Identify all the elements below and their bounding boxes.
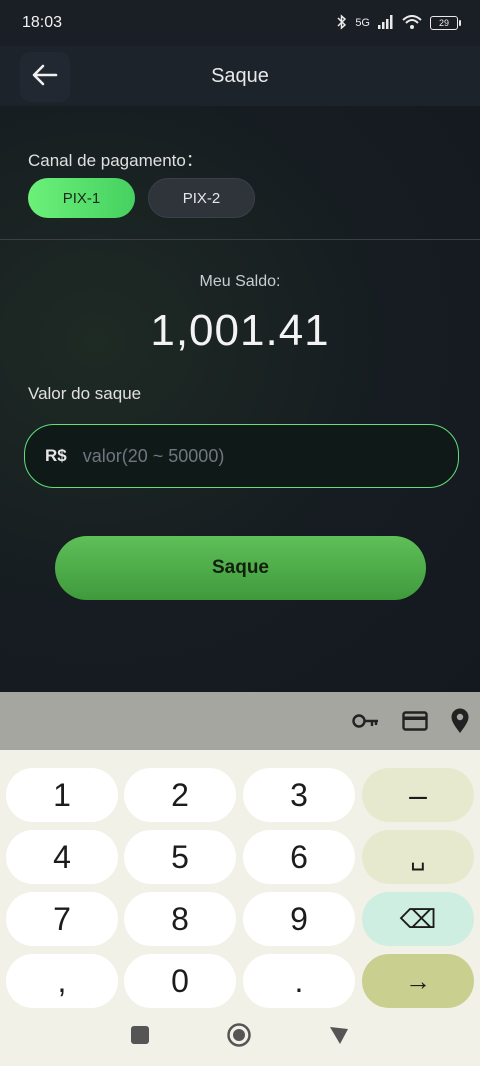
payment-channel-label: Canal de pagamento： bbox=[28, 151, 203, 170]
channel-option-pix-1[interactable]: PIX-1 bbox=[28, 178, 135, 218]
recents-square-icon[interactable] bbox=[130, 1025, 150, 1050]
arrow-left-icon bbox=[32, 64, 58, 91]
key-2[interactable]: 2 bbox=[124, 768, 236, 822]
keyboard-toolbar bbox=[0, 692, 480, 750]
battery-icon: 29 bbox=[430, 16, 461, 30]
key-space[interactable]: ␣ bbox=[362, 830, 474, 884]
network-type: 5G bbox=[355, 17, 370, 29]
status-time: 18:03 bbox=[22, 14, 63, 31]
key-backspace[interactable]: ⌫ bbox=[362, 892, 474, 946]
key-8[interactable]: 8 bbox=[124, 892, 236, 946]
home-circle-icon[interactable] bbox=[226, 1022, 252, 1053]
amount-input[interactable] bbox=[82, 425, 458, 487]
app-header: Saque bbox=[0, 46, 480, 106]
credit-card-icon[interactable] bbox=[402, 711, 428, 731]
key-9[interactable]: 9 bbox=[243, 892, 355, 946]
balance-value: 1,001.41 bbox=[150, 306, 330, 355]
key-3[interactable]: 3 bbox=[243, 768, 355, 822]
key-4[interactable]: 4 bbox=[6, 830, 118, 884]
location-pin-icon[interactable] bbox=[450, 708, 470, 734]
channel-option-label: PIX-1 bbox=[62, 189, 101, 207]
channel-option-pix-2[interactable]: PIX-2 bbox=[148, 178, 255, 218]
key-minus[interactable]: – bbox=[362, 768, 474, 822]
key-comma[interactable]: , bbox=[6, 954, 118, 1008]
key-0[interactable]: 0 bbox=[124, 954, 236, 1008]
divider bbox=[0, 239, 480, 240]
bluetooth-icon bbox=[337, 13, 347, 33]
signal-icon bbox=[378, 14, 394, 32]
amount-label: Valor do saque bbox=[28, 384, 142, 403]
amount-field[interactable]: R$ bbox=[24, 424, 459, 488]
key-period[interactable]: . bbox=[243, 954, 355, 1008]
status-bar: 18:03 5G 29 bbox=[0, 0, 480, 46]
back-triangle-icon[interactable] bbox=[328, 1025, 350, 1050]
key-icon[interactable] bbox=[352, 713, 380, 729]
system-nav-bar bbox=[0, 1008, 480, 1066]
page-title: Saque bbox=[211, 64, 269, 87]
currency-symbol: R$ bbox=[45, 446, 67, 465]
wifi-icon bbox=[402, 14, 422, 32]
key-1[interactable]: 1 bbox=[6, 768, 118, 822]
key-6[interactable]: 6 bbox=[243, 830, 355, 884]
key-7[interactable]: 7 bbox=[6, 892, 118, 946]
key-5[interactable]: 5 bbox=[124, 830, 236, 884]
channel-option-label: PIX-2 bbox=[182, 189, 221, 207]
balance-label: Meu Saldo: bbox=[199, 273, 281, 290]
status-icons: 5G 29 bbox=[337, 13, 461, 33]
key-enter[interactable]: → bbox=[362, 954, 474, 1008]
withdraw-form: Canal de pagamento： PIX-1 PIX-2 Meu Sald… bbox=[0, 106, 480, 692]
withdraw-button[interactable]: Saque bbox=[55, 536, 426, 600]
back-button[interactable] bbox=[20, 52, 70, 102]
